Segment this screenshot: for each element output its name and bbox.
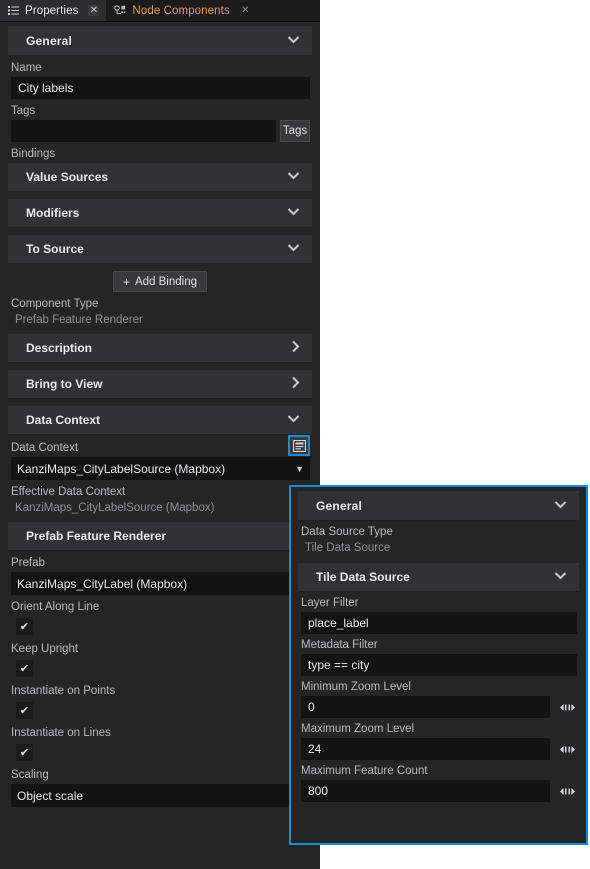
maximum-zoom-level-input[interactable]: 24 (301, 738, 550, 760)
data-source-popup: General Data Source Type Tile Data Sourc… (289, 485, 588, 845)
section-to-source[interactable]: To Source (8, 235, 312, 264)
plus-icon: + (123, 275, 130, 289)
tab-properties-label: Properties (25, 5, 78, 17)
prefab-value: KanziMaps_CityLabel (Mapbox) (17, 577, 187, 591)
maximum-feature-count-row: 800 (291, 780, 586, 802)
layer-filter-label: Layer Filter (291, 592, 586, 612)
close-icon[interactable]: ✕ (88, 5, 99, 16)
section-description[interactable]: Description (8, 334, 312, 363)
chevron-down-icon (287, 207, 300, 219)
section-to-source-title: To Source (26, 242, 84, 256)
data-context-field-row: Data Context (0, 435, 320, 457)
minimum-zoom-level-row: 0 (291, 696, 586, 718)
add-binding-button[interactable]: + Add Binding (113, 271, 207, 292)
section-value-sources[interactable]: Value Sources (8, 163, 312, 192)
minimum-zoom-level-input[interactable]: 0 (301, 696, 550, 718)
section-bring-to-view[interactable]: Bring to View (8, 370, 312, 399)
data-source-card-icon[interactable] (288, 435, 310, 456)
keep-upright-label: Keep Upright (0, 637, 320, 658)
section-prefab-feature-renderer-title: Prefab Feature Renderer (26, 529, 166, 543)
scaling-select[interactable]: Object scale ▼ (11, 784, 310, 807)
section-bring-to-view-title: Bring to View (26, 377, 102, 391)
section-data-context-title: Data Context (26, 413, 100, 427)
tags-label: Tags (0, 99, 320, 120)
name-label: Name (0, 56, 320, 77)
data-context-label: Data Context (0, 436, 78, 457)
chevron-down-icon (554, 500, 567, 512)
scaling-label: Scaling (0, 763, 320, 784)
data-context-value: KanziMaps_CityLabelSource (Mapbox) (17, 462, 225, 476)
orient-along-line-checkbox[interactable]: ✔ (16, 618, 33, 635)
section-description-title: Description (26, 341, 92, 355)
section-value-sources-title: Value Sources (26, 170, 108, 184)
chevron-down-icon (554, 571, 567, 583)
drag-arrows-icon[interactable] (554, 780, 580, 802)
prefab-label: Prefab (0, 551, 320, 572)
add-binding-label: Add Binding (135, 276, 197, 288)
maximum-zoom-level-label: Maximum Zoom Level (291, 718, 586, 738)
drag-arrows-icon[interactable] (554, 738, 580, 760)
effective-data-context-value: KanziMaps_CityLabelSource (Mapbox) (0, 501, 320, 517)
tags-row: Tags (0, 120, 320, 142)
instantiate-on-points-checkbox[interactable]: ✔ (16, 702, 33, 719)
tab-properties[interactable]: Properties ✕ (0, 0, 106, 21)
section-general[interactable]: General (8, 26, 312, 56)
instantiate-on-lines-label: Instantiate on Lines (0, 721, 320, 742)
tab-node-components-label: Node Components (132, 5, 229, 17)
popup-section-tile-data-source[interactable]: Tile Data Source (298, 563, 579, 592)
add-binding-row: + Add Binding (0, 264, 320, 296)
chevron-down-icon (287, 35, 300, 47)
chevron-down-icon (287, 243, 300, 255)
component-type-value: Prefab Feature Renderer (0, 313, 320, 329)
data-source-type-label: Data Source Type (291, 521, 586, 541)
chevron-down-icon (287, 171, 300, 183)
section-modifiers-title: Modifiers (26, 206, 79, 220)
list-icon (8, 5, 19, 16)
maximum-feature-count-label: Maximum Feature Count (291, 760, 586, 780)
tab-node-components[interactable]: Node Components ✕ (106, 0, 257, 21)
close-icon[interactable]: ✕ (240, 5, 251, 16)
metadata-filter-input[interactable]: type == city (301, 654, 577, 676)
popup-section-general[interactable]: General (298, 491, 579, 521)
prefab-select[interactable]: KanziMaps_CityLabel (Mapbox) ▼ (11, 572, 310, 595)
popup-section-tile-data-source-title: Tile Data Source (316, 570, 410, 584)
app-root: Properties ✕ Node Components ✕ (0, 0, 590, 869)
section-general-title: General (26, 34, 72, 48)
popup-section-general-title: General (316, 499, 362, 513)
data-context-select[interactable]: KanziMaps_CityLabelSource (Mapbox) ▼ (11, 457, 310, 480)
chevron-down-icon (287, 414, 300, 426)
instantiate-on-points-label: Instantiate on Points (0, 679, 320, 700)
chevron-down-icon: ▼ (295, 464, 304, 474)
component-type-label: Component Type (0, 296, 320, 313)
scaling-value: Object scale (17, 789, 83, 803)
keep-upright-checkbox[interactable]: ✔ (16, 660, 33, 677)
metadata-filter-label: Metadata Filter (291, 634, 586, 654)
data-source-type-value: Tile Data Source (291, 541, 586, 557)
bindings-label: Bindings (0, 142, 320, 163)
section-data-context[interactable]: Data Context (8, 406, 312, 435)
minimum-zoom-level-label: Minimum Zoom Level (291, 676, 586, 696)
tags-input[interactable] (11, 120, 276, 142)
tags-button[interactable]: Tags (280, 120, 310, 142)
section-prefab-feature-renderer[interactable]: Prefab Feature Renderer (8, 522, 312, 551)
chevron-right-icon (291, 340, 300, 356)
tab-bar: Properties ✕ Node Components ✕ (0, 0, 320, 22)
layer-filter-input[interactable]: place_label (301, 612, 577, 634)
properties-panel: Properties ✕ Node Components ✕ (0, 0, 320, 869)
maximum-feature-count-input[interactable]: 800 (301, 780, 550, 802)
effective-data-context-label: Effective Data Context (0, 480, 320, 501)
drag-arrows-icon[interactable] (554, 696, 580, 718)
orient-along-line-label: Orient Along Line (0, 595, 320, 616)
properties-content: General Name City labels Tags Tags Bindi… (0, 22, 320, 869)
section-modifiers[interactable]: Modifiers (8, 199, 312, 228)
name-input[interactable]: City labels (11, 77, 310, 99)
node-components-icon (114, 5, 126, 16)
maximum-zoom-level-row: 24 (291, 738, 586, 760)
chevron-right-icon (291, 376, 300, 392)
instantiate-on-lines-checkbox[interactable]: ✔ (16, 744, 33, 761)
